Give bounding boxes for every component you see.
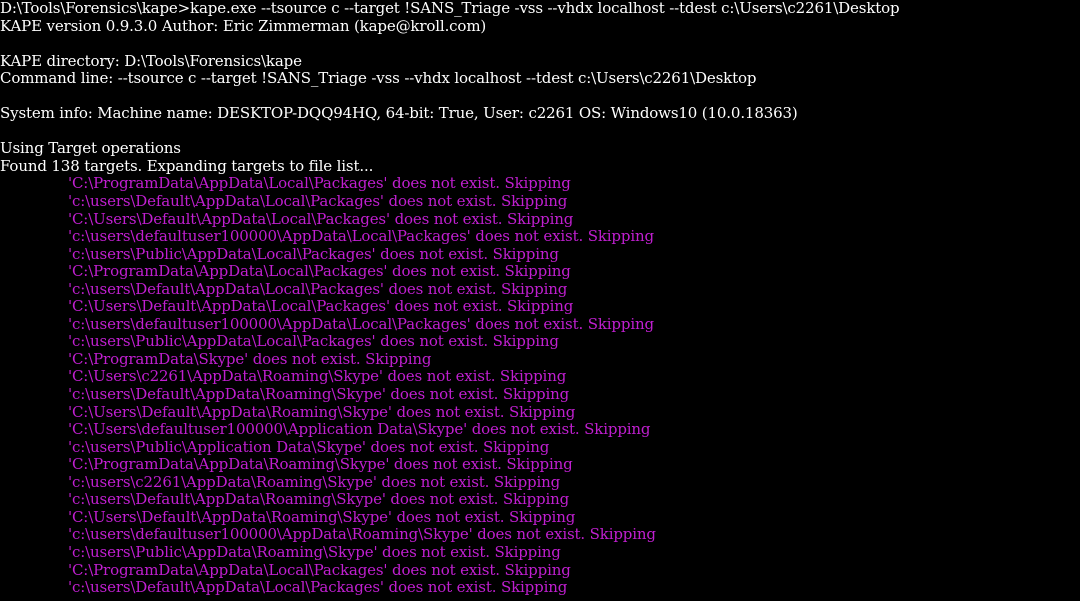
skip-message-line: 'C:\Users\c2261\AppData\Roaming\Skype' d… [68, 367, 567, 386]
skip-message-line: 'c:\users\Default\AppData\Local\Packages… [68, 279, 568, 298]
console-line: KAPE version 0.9.3.0 Author: Eric Zimmer… [0, 16, 487, 35]
console-line: Using Target operations [0, 139, 181, 158]
console-line: KAPE directory: D:\Tools\Forensics\kape [0, 51, 302, 70]
skip-message-line: 'c:\users\Public\AppData\Roaming\Skype' … [68, 542, 561, 561]
skip-message-line: 'c:\users\defaultuser100000\AppData\Roam… [68, 525, 656, 544]
skip-message-line: 'C:\Users\Default\AppData\Roaming\Skype'… [68, 402, 576, 421]
skip-message-line: 'c:\users\Public\AppData\Local\Packages'… [68, 244, 559, 263]
skip-message-line: 'c:\users\Default\AppData\Local\Packages… [68, 578, 568, 597]
console-skip-output: 'C:\ProgramData\AppData\Local\Packages' … [0, 175, 1080, 596]
console-line: Command line: --tsource c --target !SANS… [0, 69, 757, 88]
skip-message-line: 'C:\Users\Default\AppData\Roaming\Skype'… [68, 507, 576, 526]
skip-message-line: 'c:\users\defaultuser100000\AppData\Loca… [68, 314, 654, 333]
console-window[interactable]: D:\Tools\Forensics\kape>kape.exe --tsour… [0, 0, 1080, 601]
skip-message-line: 'C:\ProgramData\AppData\Local\Packages' … [68, 560, 571, 579]
skip-message-line: 'c:\users\defaultuser100000\AppData\Loca… [68, 227, 654, 246]
skip-message-line: 'C:\ProgramData\AppData\Local\Packages' … [68, 262, 571, 281]
skip-message-line: 'c:\users\Default\AppData\Local\Packages… [68, 192, 568, 211]
skip-message-line: 'C:\Users\Default\AppData\Local\Packages… [68, 209, 574, 228]
console-line: D:\Tools\Forensics\kape>kape.exe --tsour… [0, 0, 900, 17]
skip-message-line: 'c:\users\Default\AppData\Roaming\Skype'… [68, 385, 570, 404]
skip-message-line: 'c:\users\Public\AppData\Local\Packages'… [68, 332, 559, 351]
console-line: System info: Machine name: DESKTOP-DQQ94… [0, 104, 798, 123]
console-line: Found 138 targets. Expanding targets to … [0, 156, 374, 175]
skip-message-line: 'C:\Users\defaultuser100000\Application … [68, 420, 651, 439]
skip-message-line: 'C:\ProgramData\AppData\Roaming\Skype' d… [68, 455, 573, 474]
skip-message-line: 'C:\ProgramData\Skype' does not exist. S… [68, 349, 432, 368]
skip-message-line: 'c:\users\Default\AppData\Roaming\Skype'… [68, 490, 570, 509]
skip-message-line: 'C:\Users\Default\AppData\Local\Packages… [68, 297, 574, 316]
skip-message-line: 'C:\ProgramData\AppData\Local\Packages' … [68, 174, 571, 193]
skip-message-line: 'c:\users\Public\Application Data\Skype'… [68, 437, 550, 456]
console-header-output: D:\Tools\Forensics\kape>kape.exe --tsour… [0, 0, 1080, 175]
skip-message-line: 'c:\users\c2261\AppData\Roaming\Skype' d… [68, 472, 561, 491]
